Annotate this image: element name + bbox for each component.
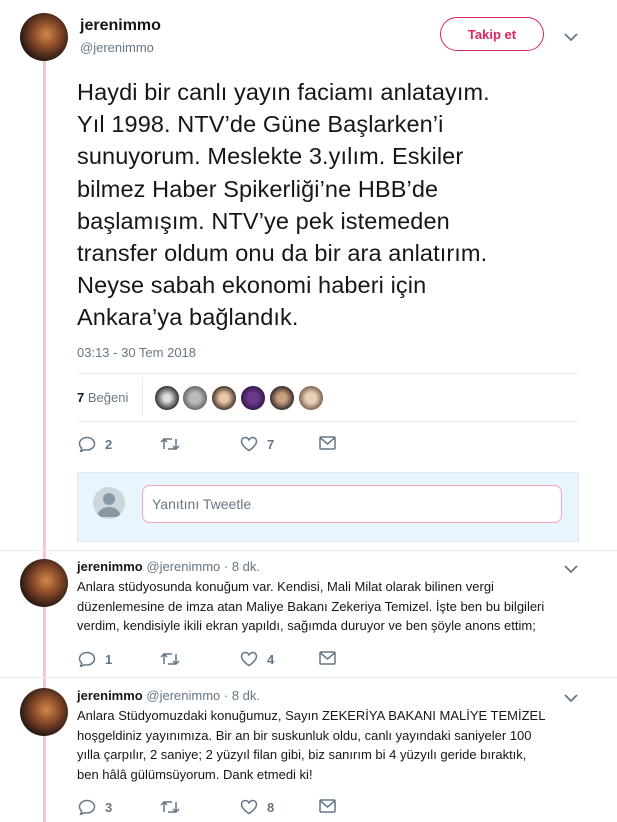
reply-icon	[78, 651, 96, 667]
divider	[0, 677, 617, 678]
like-count: 8	[267, 799, 275, 815]
user-handle[interactable]: @jerenimmo	[146, 688, 220, 703]
like-count: 4	[267, 651, 275, 667]
avatar	[93, 487, 125, 519]
liker-avatar[interactable]	[182, 385, 208, 411]
envelope-icon	[319, 651, 336, 665]
reply-icon	[78, 799, 96, 815]
chevron-down-icon[interactable]	[564, 693, 578, 703]
reply-count: 3	[105, 799, 113, 815]
liker-avatar[interactable]	[240, 385, 266, 411]
reply-count: 1	[105, 651, 113, 667]
retweet-button[interactable]	[160, 651, 189, 667]
heart-icon	[240, 436, 258, 452]
avatar[interactable]	[20, 559, 68, 607]
reply-button[interactable]: 3	[78, 799, 112, 815]
display-name[interactable]: jerenimmo	[77, 559, 143, 574]
reply-compose-box: Yanıtını Tweetle	[77, 472, 579, 542]
reply-count: 2	[105, 436, 113, 452]
reply-header: jerenimmo @jerenimmo · 8 dk.	[77, 559, 260, 574]
retweet-icon	[160, 652, 180, 666]
user-handle[interactable]: @jerenimmo	[146, 559, 220, 574]
like-button[interactable]: 7	[240, 436, 274, 452]
reply-button[interactable]: 1	[78, 651, 112, 667]
default-user-icon	[97, 493, 121, 517]
reply-text: Anlara stüdyosunda konuğum var. Kendisi,…	[77, 579, 545, 633]
direct-message-button[interactable]	[319, 436, 336, 450]
direct-message-button[interactable]	[319, 651, 336, 665]
heart-icon	[240, 651, 258, 667]
divider	[142, 378, 143, 416]
like-count: 7	[267, 436, 275, 452]
retweet-icon	[160, 437, 180, 451]
retweet-icon	[160, 800, 180, 814]
heart-icon	[240, 799, 258, 815]
user-handle[interactable]: @jerenimmo	[80, 40, 154, 55]
avatar[interactable]	[20, 13, 68, 61]
display-name[interactable]: jerenimmo	[80, 17, 161, 35]
retweet-button[interactable]	[160, 436, 189, 452]
like-button[interactable]: 4	[240, 651, 274, 667]
avatar[interactable]	[20, 688, 68, 736]
envelope-icon	[319, 436, 336, 450]
reply-time[interactable]: · 8 dk.	[224, 688, 260, 703]
direct-message-button[interactable]	[319, 799, 336, 813]
liker-avatar[interactable]	[269, 385, 295, 411]
reply-icon	[78, 436, 96, 452]
reply-header: jerenimmo @jerenimmo · 8 dk.	[77, 688, 260, 703]
likes-summary[interactable]: 7 Beğeni	[77, 390, 128, 405]
chevron-down-icon[interactable]	[564, 32, 578, 42]
reply-button[interactable]: 2	[78, 436, 112, 452]
liker-avatar[interactable]	[298, 385, 324, 411]
tweet-timestamp[interactable]: 03:13 - 30 Tem 2018	[77, 345, 196, 360]
retweet-button[interactable]	[160, 799, 189, 815]
reply-input[interactable]: Yanıtını Tweetle	[142, 485, 562, 523]
likes-label: Beğeni	[87, 390, 129, 405]
divider	[77, 373, 579, 374]
divider	[77, 421, 579, 422]
likes-count: 7	[77, 390, 85, 405]
divider	[0, 550, 617, 551]
reply-text: Anlara Stüdyomuzdaki konuğumuz, Sayın ZE…	[77, 708, 546, 782]
chevron-down-icon[interactable]	[564, 564, 578, 574]
reply-time[interactable]: · 8 dk.	[224, 559, 260, 574]
liker-avatar[interactable]	[211, 385, 237, 411]
like-button[interactable]: 8	[240, 799, 274, 815]
follow-button[interactable]: Takip et	[440, 17, 544, 51]
tweet-text: Haydi bir canlı yayın faciamı anlatayım.…	[77, 79, 490, 331]
envelope-icon	[319, 799, 336, 813]
display-name[interactable]: jerenimmo	[77, 688, 143, 703]
liker-avatar[interactable]	[154, 385, 180, 411]
